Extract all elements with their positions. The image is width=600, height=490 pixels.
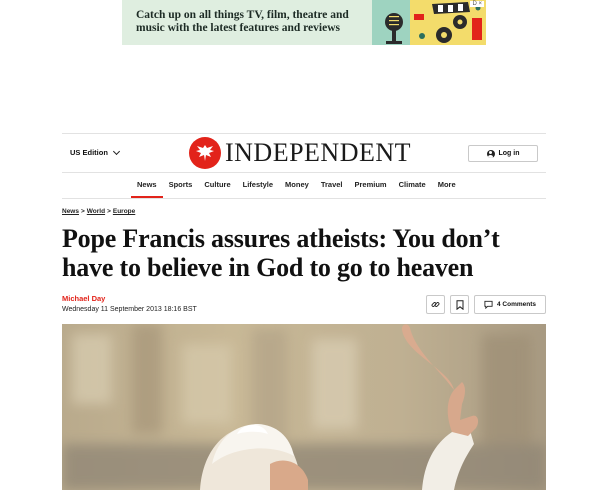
comments-button[interactable]: 4 Comments [474,295,546,314]
nav-item-travel[interactable]: Travel [315,173,349,198]
article-headline: Pope Francis assures atheists: You don’t… [62,224,500,282]
nav-item-culture[interactable]: Culture [198,173,236,198]
publish-date: Wednesday 11 September 2013 18:16 BST [62,306,197,313]
breadcrumb-europe[interactable]: Europe [113,208,135,215]
nav-item-lifestyle[interactable]: Lifestyle [237,173,279,198]
edition-label: US Edition [70,148,108,157]
site-logo[interactable]: INDEPENDENT [189,137,411,169]
login-button[interactable]: Log in [468,145,538,162]
ad-choices-badge[interactable]: D × [470,1,484,7]
nav-item-climate[interactable]: Climate [393,173,432,198]
main-navigation: News Sports Culture Lifestyle Money Trav… [131,173,462,198]
nav-item-sports[interactable]: Sports [163,173,199,198]
article-lead-image[interactable] [62,324,546,490]
comments-label: 4 Comments [496,301,536,308]
nav-item-premium[interactable]: Premium [349,173,393,198]
copy-link-button[interactable] [426,295,445,314]
logo-wordmark: INDEPENDENT [225,138,412,167]
breadcrumb-separator: > [80,208,85,215]
nav-divider-bottom [62,198,546,199]
ad-text: Catch up on all things TV, film, theatre… [136,9,349,34]
breadcrumb: News > World > Europe [62,208,135,215]
chevron-down-icon [112,147,120,155]
breadcrumb-news[interactable]: News [62,208,79,215]
bookmark-icon [456,299,463,310]
edition-selector[interactable]: US Edition [70,147,120,157]
advertisement-banner[interactable]: Catch up on all things TV, film, theatre… [122,0,486,45]
nav-item-more[interactable]: More [432,173,462,198]
login-label: Log in [498,150,520,157]
eagle-logo-icon [189,137,221,169]
nav-item-money[interactable]: Money [279,173,315,198]
bookmark-button[interactable] [450,295,469,314]
user-icon [486,149,495,158]
nav-item-news[interactable]: News [131,173,163,198]
author-link[interactable]: Michael Day [62,294,105,303]
link-icon [431,302,440,307]
header-divider [62,133,546,134]
breadcrumb-separator: > [107,208,111,215]
breadcrumb-world[interactable]: World [87,208,105,215]
comment-icon [484,300,493,309]
ad-illustration [372,0,486,45]
